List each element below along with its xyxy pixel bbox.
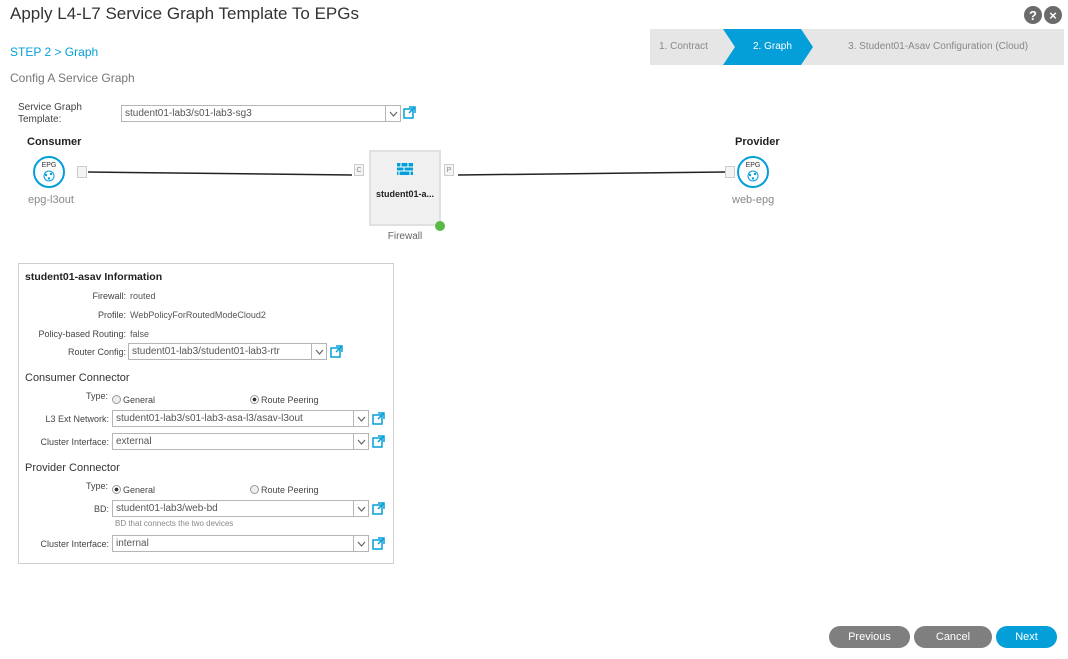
external-link-icon[interactable] (372, 435, 385, 448)
consumer-cluster-label: Cluster Interface: (40, 437, 109, 447)
external-link-icon[interactable] (372, 502, 385, 515)
device-status-dot (435, 221, 445, 231)
provider-label: Provider (735, 136, 780, 148)
chevron-down-icon (353, 536, 368, 551)
firewall-device-name: student01-a... (375, 189, 434, 199)
provider-connector-heading: Provider Connector (25, 462, 120, 474)
bd-value: student01-lab3/web-bd (116, 503, 218, 514)
router-config-label: Router Config: (67, 347, 126, 357)
consumer-type-general-radio[interactable]: General (112, 390, 155, 408)
provider-epg-node[interactable]: EPG (737, 156, 769, 188)
l3-ext-network-value: student01-lab3/s01-lab3-asa-l3/asav-l3ou… (116, 413, 303, 424)
provider-cluster-select[interactable]: internal (112, 535, 369, 552)
consumer-type-route-label: Route Peering (261, 395, 319, 405)
external-link-icon[interactable] (372, 412, 385, 425)
info-title: student01-asav Information (25, 271, 163, 283)
firewall-device-type: Firewall (387, 231, 423, 242)
router-config-select[interactable]: student01-lab3/student01-lab3-rtr (128, 343, 327, 360)
provider-cluster-value: internal (116, 538, 149, 549)
firewall-icon (397, 163, 413, 175)
consumer-connector-heading: Consumer Connector (25, 372, 130, 384)
consumer-cluster-value: external (116, 436, 152, 447)
provider-type-route-label: Route Peering (261, 485, 319, 495)
chevron-down-icon (353, 411, 368, 426)
chevron-down-icon (353, 501, 368, 516)
router-config-value: student01-lab3/student01-lab3-rtr (132, 346, 280, 357)
next-button[interactable]: Next (996, 626, 1057, 648)
consumer-connector-tab[interactable]: C (354, 164, 364, 176)
external-link-icon[interactable] (330, 345, 343, 358)
bd-select[interactable]: student01-lab3/web-bd (112, 500, 369, 517)
l3-ext-network-label: L3 Ext Network: (45, 414, 109, 424)
provider-connector-tab[interactable]: P (444, 164, 454, 176)
bd-label: BD: (93, 504, 109, 514)
network-icon (747, 170, 759, 182)
chevron-down-icon (353, 434, 368, 449)
consumer-type-label: Type: (85, 391, 108, 401)
consumer-type-general-label: General (123, 395, 156, 405)
previous-button[interactable]: Previous (829, 626, 910, 648)
chevron-down-icon (311, 344, 326, 359)
consumer-type-route-radio[interactable]: Route Peering (250, 390, 319, 408)
provider-type-general-label: General (123, 485, 156, 495)
pbr-label: Policy-based Routing: (38, 329, 126, 339)
pbr-value: false (130, 329, 150, 339)
consumer-cluster-select[interactable]: external (112, 433, 369, 450)
provider-epg-badge: EPG (745, 162, 761, 169)
cancel-button[interactable]: Cancel (914, 626, 992, 648)
firewall-mode-value: routed (130, 291, 156, 301)
provider-type-route-radio[interactable]: Route Peering (250, 480, 319, 498)
bd-hint: BD that connects the two devices (115, 519, 234, 528)
provider-type-general-radio[interactable]: General (112, 480, 155, 498)
l3-ext-network-select[interactable]: student01-lab3/s01-lab3-asa-l3/asav-l3ou… (112, 410, 369, 427)
provider-epg-name: web-epg (732, 194, 775, 206)
provider-type-label: Type: (85, 481, 108, 491)
profile-label: Profile: (97, 310, 126, 320)
provider-epg-port (725, 166, 735, 178)
external-link-icon[interactable] (372, 537, 385, 550)
provider-cluster-label: Cluster Interface: (40, 539, 109, 549)
firewall-mode-label: Firewall: (92, 291, 126, 301)
profile-value: WebPolicyForRoutedModeCloud2 (130, 310, 266, 320)
firewall-device-node[interactable] (369, 150, 441, 226)
